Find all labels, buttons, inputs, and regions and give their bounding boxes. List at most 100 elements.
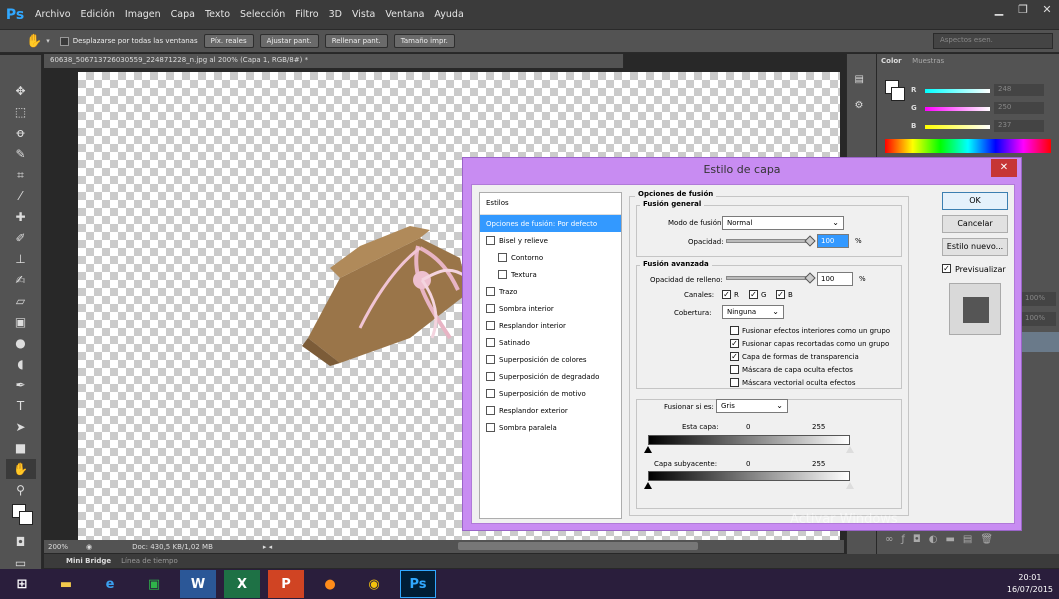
style-item-checkbox[interactable] — [486, 338, 495, 347]
channel-g-slider[interactable] — [925, 107, 990, 111]
zoom-level[interactable]: 200% — [48, 543, 76, 551]
style-item[interactable]: Superposición de colores — [480, 351, 621, 368]
style-item[interactable]: Superposición de motivo — [480, 385, 621, 402]
layers-footer-icons[interactable]: ∞ƒ◘◐▬▤🗑 — [877, 528, 1059, 552]
status-arrow-icon[interactable]: ▸ ◂ — [263, 543, 272, 551]
color-spectrum[interactable] — [885, 139, 1051, 153]
channel-g-value[interactable]: 250 — [994, 102, 1044, 114]
channel-b-checkbox[interactable]: ✓ — [776, 290, 785, 299]
background-swatch[interactable] — [891, 87, 905, 101]
style-item-checkbox[interactable] — [498, 253, 507, 262]
opacity-slider[interactable] — [726, 239, 808, 243]
channel-b-slider[interactable] — [925, 125, 990, 129]
this-layer-white-handle[interactable] — [846, 446, 854, 453]
healing-tool-icon[interactable]: ✚ — [6, 207, 36, 227]
new-style-button[interactable]: Estilo nuevo... — [942, 238, 1008, 256]
channel-r-checkbox[interactable]: ✓ — [722, 290, 731, 299]
advanced-option-checkbox[interactable]: ✓ — [730, 339, 739, 348]
minimize-icon[interactable]: ▁ — [987, 0, 1011, 20]
blend-mode-select[interactable]: Normal ⌄ — [722, 216, 844, 230]
brush-tool-icon[interactable]: ✐ — [6, 228, 36, 248]
menu-archivo[interactable]: Archivo — [35, 9, 71, 20]
store-icon[interactable]: ▣ — [136, 570, 172, 598]
style-item-checkbox[interactable] — [486, 355, 495, 364]
system-clock[interactable]: 20:01 16/07/2015 — [1007, 572, 1053, 596]
menu-ayuda[interactable]: Ayuda — [434, 9, 463, 20]
cancel-button[interactable]: Cancelar — [942, 215, 1008, 233]
advanced-option-checkbox[interactable] — [730, 378, 739, 387]
workspace-select[interactable]: Aspectos esen. — [933, 33, 1053, 49]
style-item-checkbox[interactable] — [486, 304, 495, 313]
ok-button[interactable]: OK — [942, 192, 1008, 210]
layer-fill-field[interactable]: 100% — [1022, 312, 1056, 326]
underlying-white-handle[interactable] — [846, 482, 854, 489]
properties-panel-icon[interactable]: ⚙ — [855, 100, 869, 114]
foreground-background-color[interactable] — [6, 501, 36, 531]
style-item-checkbox[interactable] — [486, 321, 495, 330]
print-size-button[interactable]: Tamaño impr. — [393, 34, 455, 48]
style-item-checkbox[interactable] — [486, 389, 495, 398]
channel-r-value[interactable]: 248 — [994, 84, 1044, 96]
layer-opacity-field[interactable]: 100% — [1022, 292, 1056, 306]
style-item[interactable]: Superposición de degradado — [480, 368, 621, 385]
menu-capa[interactable]: Capa — [171, 9, 195, 20]
blur-tool-icon[interactable]: ● — [6, 333, 36, 353]
path-select-tool-icon[interactable]: ➤ — [6, 417, 36, 437]
quick-select-tool-icon[interactable]: ✎ — [6, 144, 36, 164]
horizontal-scrollbar[interactable] — [458, 542, 698, 550]
chrome-icon[interactable]: ◉ — [356, 570, 392, 598]
advanced-option-checkbox[interactable] — [730, 326, 739, 335]
knockout-select[interactable]: Ninguna ⌄ — [722, 305, 784, 319]
hand-tool-icon[interactable]: ✋ — [26, 34, 42, 49]
style-item[interactable]: Contorno — [480, 249, 621, 266]
tool-preset-dropdown-icon[interactable]: ▾ — [46, 37, 50, 45]
dialog-close-button[interactable]: ✕ — [991, 159, 1017, 177]
style-item-checkbox[interactable] — [498, 270, 507, 279]
style-item[interactable]: Textura — [480, 266, 621, 283]
crop-tool-icon[interactable]: ⌗ — [6, 165, 36, 185]
this-layer-black-handle[interactable] — [644, 446, 652, 453]
fill-opacity-input[interactable]: 100 — [817, 272, 853, 286]
eyedropper-tool-icon[interactable]: ⁄ — [6, 186, 36, 206]
underlying-black-handle[interactable] — [644, 482, 652, 489]
document-tab[interactable]: 60638_506713726030559_224871228_n.jpg al… — [44, 54, 624, 68]
style-item[interactable]: Resplandor interior — [480, 317, 621, 334]
preview-checkbox[interactable]: ✓ — [942, 264, 951, 273]
channel-b-value[interactable]: 237 — [994, 120, 1044, 132]
excel-icon[interactable]: X — [224, 570, 260, 598]
menu-ventana[interactable]: Ventana — [385, 9, 424, 20]
firefox-icon[interactable]: ● — [312, 570, 348, 598]
style-item-checkbox[interactable] — [486, 236, 495, 245]
internet-explorer-icon[interactable]: e — [92, 570, 128, 598]
menu-edicion[interactable]: Edición — [81, 9, 115, 20]
menu-texto[interactable]: Texto — [205, 9, 230, 20]
style-item[interactable]: Trazo — [480, 283, 621, 300]
style-item-checkbox[interactable] — [486, 372, 495, 381]
start-icon[interactable]: ⊞ — [4, 570, 40, 598]
channel-r-slider[interactable] — [925, 89, 990, 93]
actual-pixels-button[interactable]: Píx. reales — [203, 34, 254, 48]
menu-vista[interactable]: Vista — [352, 9, 375, 20]
fit-screen-button[interactable]: Ajustar pant. — [259, 34, 319, 48]
tab-timeline[interactable]: Línea de tiempo — [121, 557, 178, 565]
style-item[interactable]: Resplandor exterior — [480, 402, 621, 419]
advanced-option-checkbox[interactable] — [730, 365, 739, 374]
scroll-all-checkbox[interactable] — [59, 36, 69, 46]
shape-tool-icon[interactable]: ■ — [6, 438, 36, 458]
menu-seleccion[interactable]: Selección — [240, 9, 285, 20]
channel-g-checkbox[interactable]: ✓ — [749, 290, 758, 299]
tab-mini-bridge[interactable]: Mini Bridge — [66, 557, 111, 565]
style-item[interactable]: Satinado — [480, 334, 621, 351]
advanced-option-checkbox[interactable]: ✓ — [730, 352, 739, 361]
zoom-tool-icon[interactable]: ⚲ — [6, 480, 36, 500]
menu-filtro[interactable]: Filtro — [295, 9, 318, 20]
marquee-tool-icon[interactable]: ⬚ — [6, 102, 36, 122]
tab-swatches[interactable]: Muestras — [908, 54, 948, 68]
style-item-checkbox[interactable] — [486, 423, 495, 432]
word-icon[interactable]: W — [180, 570, 216, 598]
style-item-checkbox[interactable] — [486, 287, 495, 296]
dodge-tool-icon[interactable]: ◖ — [6, 354, 36, 374]
style-item[interactable]: Sombra paralela — [480, 419, 621, 436]
move-tool-icon[interactable]: ✥ — [6, 81, 36, 101]
blend-if-select[interactable]: Gris ⌄ — [716, 399, 788, 413]
